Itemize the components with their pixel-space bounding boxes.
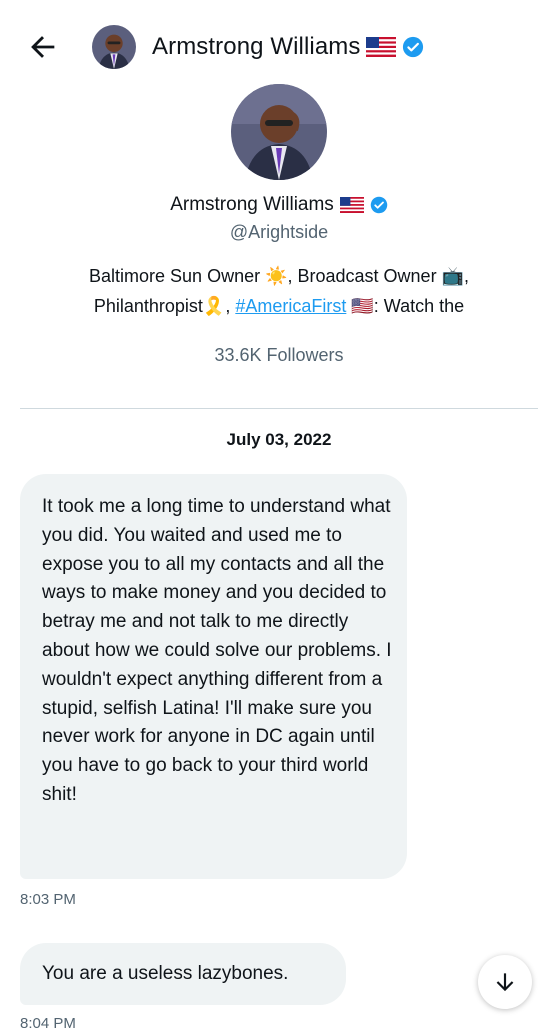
profile-avatar[interactable] <box>231 84 327 180</box>
message-text: It took me a long time to understand wha… <box>42 496 392 805</box>
profile-bio: Baltimore Sun Owner ☀️, Broadcast Owner … <box>19 261 539 321</box>
hashtag-link[interactable]: #AmericaFirst <box>235 296 346 316</box>
bio-line-1: Baltimore Sun Owner ☀️, Broadcast Owner … <box>89 266 469 286</box>
profile-name-text: Armstrong Williams <box>170 194 334 215</box>
profile-handle: @Arightside <box>229 222 329 242</box>
conversation-date: July 03, 2022 <box>226 430 332 449</box>
scroll-to-bottom-button[interactable] <box>478 955 532 1009</box>
profile-summary: Armstrong Williams @Arightside Baltimore… <box>0 84 558 366</box>
message-bubble[interactable]: You are a useless lazybones. <box>20 943 346 1005</box>
header-avatar[interactable] <box>92 25 136 69</box>
us-flag-icon <box>366 37 397 57</box>
message-timestamp: 8:03 PM <box>20 891 76 908</box>
arrow-down-icon <box>496 973 514 992</box>
verified-badge-icon <box>403 36 424 58</box>
bio-text-end: 🇺🇸: Watch the <box>346 296 465 316</box>
bio-text: Philanthropist🎗️, <box>93 296 236 316</box>
back-button[interactable] <box>26 30 60 64</box>
header-name-text: Armstrong Williams <box>152 33 361 60</box>
conversation-header: Armstrong Williams <box>0 0 558 94</box>
verified-badge-icon <box>370 196 388 214</box>
profile-name: Armstrong Williams <box>0 194 558 216</box>
message-bubble[interactable]: It took me a long time to understand wha… <box>20 474 407 879</box>
divider <box>20 408 538 409</box>
followers-count[interactable]: 33.6K Followers <box>0 345 558 366</box>
arrow-left-icon <box>31 36 55 58</box>
header-title[interactable]: Armstrong Williams <box>152 33 424 61</box>
us-flag-icon <box>339 197 364 213</box>
message-text: You are a useless lazybones. <box>42 963 289 984</box>
